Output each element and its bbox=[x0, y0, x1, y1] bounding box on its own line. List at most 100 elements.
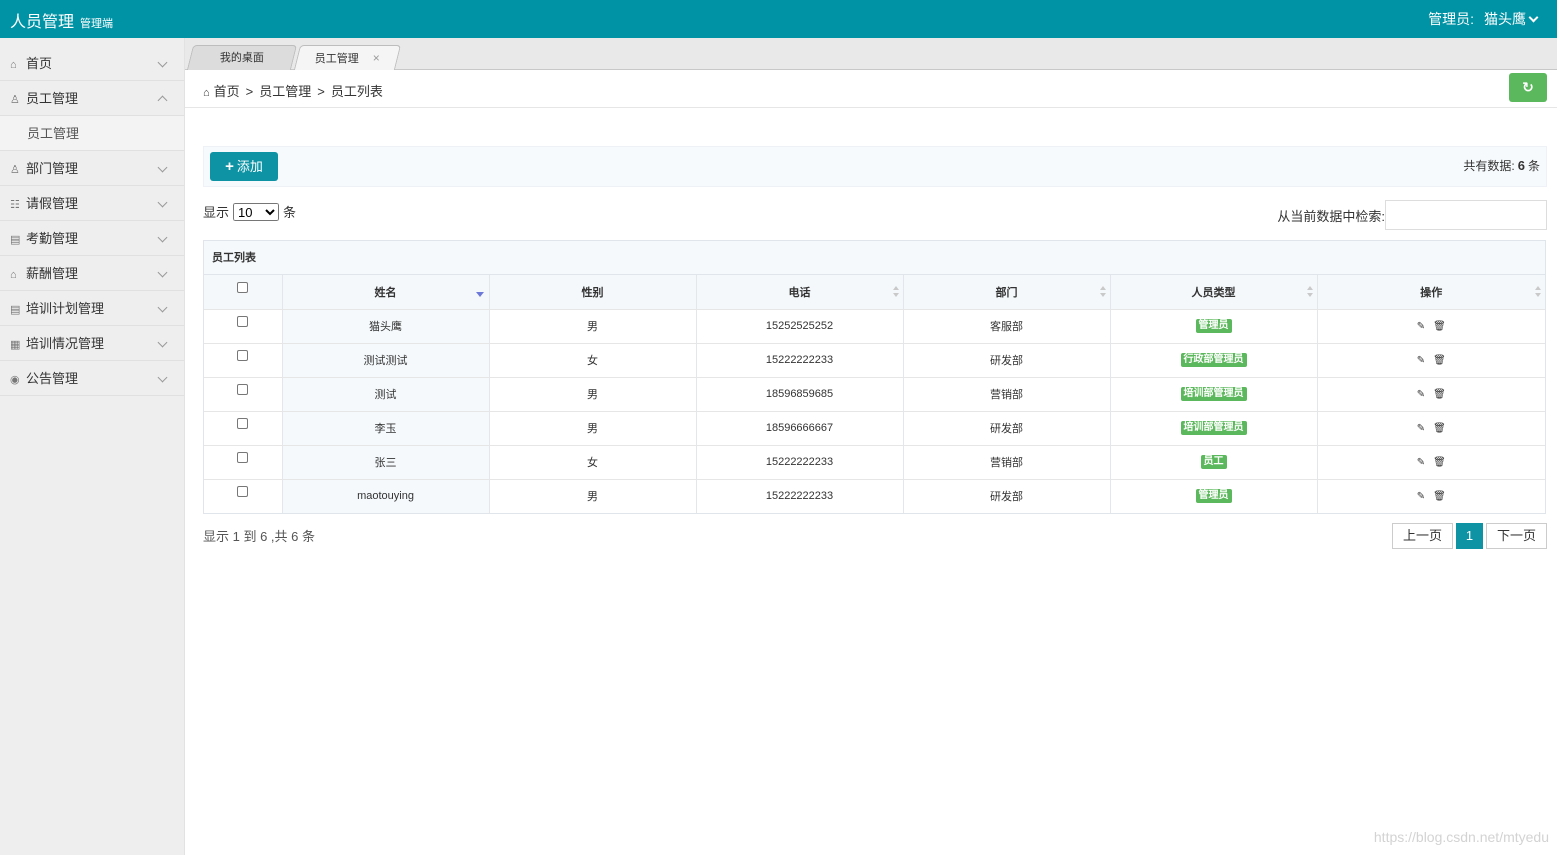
cell-type: 行政部管理员 bbox=[1110, 343, 1318, 378]
row-select-cell bbox=[204, 309, 283, 344]
chevron-up-icon bbox=[157, 95, 168, 106]
search-input[interactable] bbox=[1385, 200, 1547, 230]
row-checkbox[interactable] bbox=[237, 350, 249, 361]
select-all-cell bbox=[204, 275, 283, 310]
sidebar-item-training-plan[interactable]: ▤ 培训计划管理 bbox=[0, 291, 184, 326]
cell-phone: 15222222233 bbox=[696, 479, 904, 513]
tab-employee-management[interactable]: 员工管理 × bbox=[293, 45, 402, 70]
cell-phone: 15252525252 bbox=[696, 309, 904, 344]
breadcrumb-home[interactable]: 首页 bbox=[214, 84, 240, 99]
trash-icon[interactable]: 🗑 bbox=[1433, 389, 1446, 400]
row-checkbox[interactable] bbox=[237, 316, 249, 327]
column-header-department[interactable]: 部门 bbox=[903, 275, 1111, 310]
cell-actions: ✎ 🗑 bbox=[1317, 411, 1545, 446]
sidebar-item-attendance[interactable]: ▤ 考勤管理 bbox=[0, 221, 184, 256]
edit-icon[interactable]: ✎ bbox=[1417, 457, 1425, 468]
trash-icon[interactable]: 🗑 bbox=[1433, 355, 1446, 366]
row-checkbox[interactable] bbox=[237, 452, 249, 463]
refresh-button[interactable]: ↻ bbox=[1509, 73, 1547, 102]
chevron-down-icon bbox=[157, 162, 168, 173]
edit-icon[interactable]: ✎ bbox=[1417, 389, 1425, 400]
row-checkbox[interactable] bbox=[237, 384, 249, 395]
column-header-actions[interactable]: 操作 bbox=[1317, 275, 1545, 310]
edit-icon[interactable]: ✎ bbox=[1417, 321, 1425, 332]
add-button[interactable]: + 添加 bbox=[210, 152, 278, 181]
trash-icon[interactable]: 🗑 bbox=[1433, 491, 1446, 502]
app-brand[interactable]: 人员管理 管理端 bbox=[10, 8, 113, 32]
refresh-icon: ↻ bbox=[1522, 79, 1534, 95]
sidebar-item-salary[interactable]: ⌂ 薪酬管理 bbox=[0, 256, 184, 291]
select-all-checkbox[interactable] bbox=[237, 281, 249, 293]
cell-gender: 女 bbox=[489, 445, 697, 480]
cell-name: 张三 bbox=[282, 445, 490, 480]
column-header-name[interactable]: 姓名 bbox=[282, 275, 490, 310]
next-page-button[interactable]: 下一页 bbox=[1485, 523, 1547, 549]
cell-phone: 15222222233 bbox=[696, 343, 904, 378]
cell-phone: 18596859685 bbox=[696, 377, 904, 412]
cell-name: 李玉 bbox=[282, 411, 490, 446]
prev-page-button[interactable]: 上一页 bbox=[1391, 523, 1453, 549]
length-prefix: 显示 bbox=[203, 205, 230, 220]
cell-actions: ✎ 🗑 bbox=[1317, 445, 1545, 480]
sidebar-item-training-status[interactable]: ▦ 培训情况管理 bbox=[0, 326, 184, 361]
sidebar-item-notice[interactable]: ◉ 公告管理 bbox=[0, 361, 184, 396]
cell-gender: 男 bbox=[489, 411, 697, 446]
row-checkbox[interactable] bbox=[237, 486, 249, 498]
breadcrumb-employee-management[interactable]: 员工管理 bbox=[259, 84, 311, 99]
app-subtitle: 管理端 bbox=[80, 18, 114, 30]
cell-type: 管理员 bbox=[1110, 309, 1318, 344]
cell-name: 猫头鹰 bbox=[282, 309, 490, 344]
table-row: 猫头鹰 男 15252525252 客服部 管理员 ✎ 🗑 bbox=[204, 309, 1545, 344]
table-row: maotouying 男 15222222233 研发部 管理员 ✎ 🗑 bbox=[204, 479, 1545, 513]
sort-desc-icon bbox=[475, 292, 484, 297]
user-menu[interactable]: 管理员: 猫头鹰 bbox=[1428, 9, 1539, 29]
edit-icon[interactable]: ✎ bbox=[1417, 355, 1425, 366]
sidebar-item-department[interactable]: ♙ 部门管理 bbox=[0, 151, 184, 186]
edit-icon[interactable]: ✎ bbox=[1417, 491, 1425, 502]
sidebar-item-leave[interactable]: ☷ 请假管理 bbox=[0, 186, 184, 221]
trash-icon[interactable]: 🗑 bbox=[1433, 457, 1446, 468]
sidebar-item-home[interactable]: ⌂ 首页 bbox=[0, 46, 184, 81]
sidebar-item-employee[interactable]: ♙ 员工管理 bbox=[0, 81, 184, 116]
breadcrumb-separator: > bbox=[317, 84, 325, 99]
home-icon: ⌂ bbox=[203, 87, 210, 99]
cell-type: 培训部管理员 bbox=[1110, 411, 1318, 446]
sort-icon bbox=[1306, 286, 1313, 298]
column-header-phone[interactable]: 电话 bbox=[696, 275, 904, 310]
app-title: 人员管理 bbox=[10, 14, 75, 31]
cell-type: 管理员 bbox=[1110, 479, 1318, 513]
user-name: 猫头鹰 bbox=[1484, 11, 1526, 27]
edit-icon[interactable]: ✎ bbox=[1417, 423, 1425, 434]
trash-icon[interactable]: 🗑 bbox=[1433, 321, 1446, 332]
user-icon: ♙ bbox=[10, 94, 20, 106]
cell-department: 研发部 bbox=[903, 411, 1111, 446]
plus-icon: + bbox=[225, 158, 234, 175]
trash-icon[interactable]: 🗑 bbox=[1433, 423, 1446, 434]
chevron-down-icon bbox=[157, 302, 168, 313]
table-header-row: 姓名 性别 电话 部门 人员类型 操作 bbox=[204, 275, 1545, 310]
cell-department: 研发部 bbox=[903, 343, 1111, 378]
table-info: 显示 1 到 6 ,共 6 条 bbox=[203, 529, 315, 544]
close-icon[interactable]: × bbox=[373, 51, 380, 65]
cell-department: 客服部 bbox=[903, 309, 1111, 344]
tab-desktop[interactable]: 我的桌面 bbox=[186, 45, 298, 70]
sidebar-item-label: 公告管理 bbox=[26, 371, 79, 386]
sidebar-item-label: 培训计划管理 bbox=[26, 301, 105, 316]
cell-gender: 男 bbox=[489, 479, 697, 513]
sidebar: ⌂ 首页 ♙ 员工管理 员工管理 ♙ 部门管理 ☷ 请假管理 ▤ 考勤管理 ⌂ 薪酬管理 ▤… bbox=[0, 38, 185, 855]
cell-department: 营销部 bbox=[903, 445, 1111, 480]
total-number: 6 bbox=[1517, 158, 1525, 173]
page-button-1[interactable]: 1 bbox=[1455, 523, 1483, 549]
cell-actions: ✎ 🗑 bbox=[1317, 343, 1545, 378]
length-suffix: 条 bbox=[283, 205, 297, 220]
breadcrumb: ⌂ 首页 > 员工管理 > 员工列表 bbox=[203, 81, 383, 100]
sidebar-item-label: 首页 bbox=[26, 56, 53, 71]
sort-icon bbox=[1099, 286, 1106, 298]
page-length-select[interactable]: 10 bbox=[233, 203, 280, 221]
sidebar-subitem-employee[interactable]: 员工管理 bbox=[0, 116, 184, 151]
sidebar-item-label: 考勤管理 bbox=[26, 231, 79, 246]
column-header-type[interactable]: 人员类型 bbox=[1110, 275, 1318, 310]
home-icon: ⌂ bbox=[10, 59, 17, 71]
type-badge: 员工 bbox=[1200, 455, 1227, 469]
row-checkbox[interactable] bbox=[237, 418, 249, 429]
